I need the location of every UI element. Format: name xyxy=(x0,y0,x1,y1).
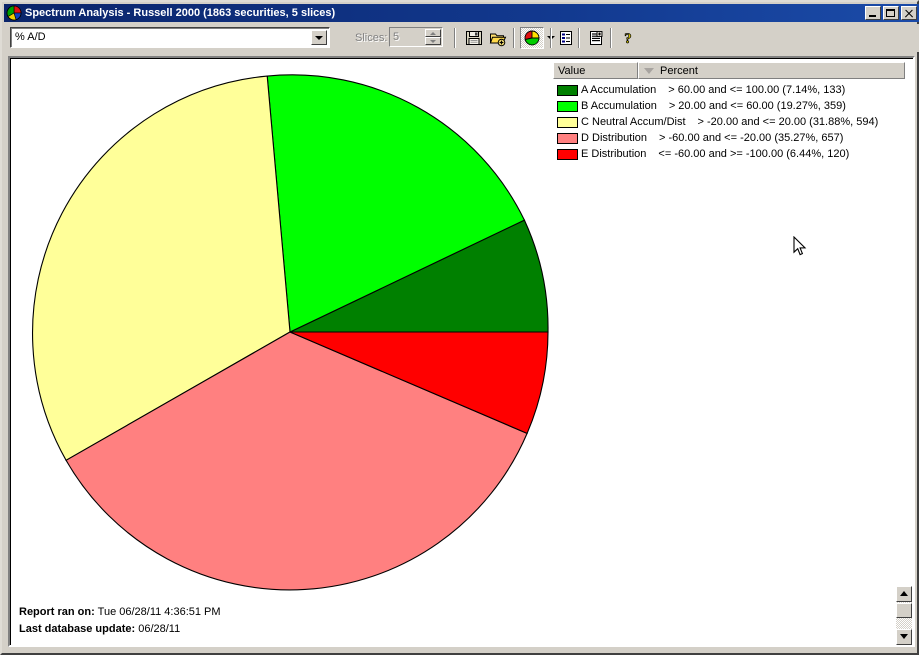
combo-inner-border xyxy=(11,28,329,47)
vertical-scrollbar[interactable] xyxy=(896,586,912,645)
legend-item-label: D Distribution xyxy=(581,132,648,144)
slices-value: 5 xyxy=(393,31,400,43)
report-db-update-value: 06/28/11 xyxy=(138,623,181,635)
toolbar-separator-3 xyxy=(550,28,552,48)
report-ran-on-line: Report ran on: Tue 06/28/11 4:36:51 PM xyxy=(19,604,221,621)
legend-item-description: > -20.00 and <= 20.00 (31.88%, 594) xyxy=(697,116,879,128)
slices-stepper[interactable]: 5 xyxy=(389,27,443,47)
combo-dropdown-button[interactable] xyxy=(311,30,327,45)
legend-rows: A Accumulation > 60.00 and <= 100.00 (7.… xyxy=(553,79,905,162)
sort-descending-icon xyxy=(644,67,654,74)
maximize-button[interactable] xyxy=(883,6,899,20)
report-ran-on-label: Report ran on: xyxy=(19,606,95,618)
slices-decrement-button[interactable] xyxy=(425,37,441,45)
list-report-icon xyxy=(560,31,572,45)
indicator-combo-value: % A/D xyxy=(15,31,46,43)
pie-chart-view-button[interactable] xyxy=(520,27,544,49)
toolbar-separator xyxy=(454,28,456,48)
question-mark-icon: ? xyxy=(624,31,632,47)
legend-item[interactable]: A Accumulation > 60.00 and <= 100.00 (7.… xyxy=(553,82,905,98)
report-db-update-line: Last database update: 06/28/11 xyxy=(19,621,221,638)
help-button[interactable]: ? xyxy=(616,27,640,49)
legend-color-swatch xyxy=(557,132,578,144)
toolbar-separator-4 xyxy=(578,28,580,48)
svg-text:?: ? xyxy=(624,31,632,47)
report-ran-on-value: Tue 06/28/11 4:36:51 PM xyxy=(97,606,221,618)
legend-item-description: <= -60.00 and >= -100.00 (6.44%, 120) xyxy=(658,148,850,160)
report-canvas: Value Percent A Accumulation > 60.00 and… xyxy=(10,58,913,645)
pie-chart-icon xyxy=(524,30,540,46)
app-pie-chart-icon xyxy=(6,5,22,21)
legend-color-swatch xyxy=(557,116,578,128)
legend-column-percent-label: Percent xyxy=(660,64,698,77)
slices-spin-buttons[interactable] xyxy=(425,29,441,45)
scrollbar-thumb[interactable] xyxy=(896,603,912,618)
slices-label: Slices: xyxy=(355,32,388,44)
pie-chart[interactable] xyxy=(25,67,555,597)
chevron-down-icon xyxy=(315,36,323,40)
scroll-up-button[interactable] xyxy=(896,586,912,602)
legend-item[interactable]: D Distribution > -60.00 and <= -20.00 (3… xyxy=(553,130,905,146)
legend-item[interactable]: C Neutral Accum/Dist > -20.00 and <= 20.… xyxy=(553,114,905,130)
legend-item-label: A Accumulation xyxy=(581,84,657,96)
title-bar: Spectrum Analysis - Russell 2000 (1863 s… xyxy=(4,4,919,22)
triangle-up-icon xyxy=(900,591,908,596)
legend-item[interactable]: E Distribution <= -60.00 and >= -100.00 … xyxy=(553,146,905,162)
legend-item-label: E Distribution xyxy=(581,148,647,160)
window-title: Spectrum Analysis - Russell 2000 (1863 s… xyxy=(25,7,336,19)
toolbar: % A/D Slices: 5 ? xyxy=(4,24,919,52)
triangle-down-icon xyxy=(430,40,436,43)
list-report-button[interactable] xyxy=(554,27,578,49)
floppy-disk-icon xyxy=(466,31,482,45)
close-button[interactable] xyxy=(901,6,917,20)
detail-report-button[interactable] xyxy=(584,27,608,49)
open-folder-add-icon xyxy=(489,33,507,47)
legend-header: Value Percent xyxy=(553,62,905,79)
legend-item-description: > 20.00 and <= 60.00 (19.27%, 359) xyxy=(668,100,846,112)
report-db-update-label: Last database update: xyxy=(19,623,136,635)
legend-item-label: B Accumulation xyxy=(581,100,657,112)
report-footer: Report ran on: Tue 06/28/11 4:36:51 PM L… xyxy=(19,604,221,638)
window-controls xyxy=(865,6,918,20)
legend-item-description: > 60.00 and <= 100.00 (7.14%, 133) xyxy=(668,84,846,96)
toolbar-separator-2 xyxy=(513,28,515,48)
legend-column-percent[interactable]: Percent xyxy=(638,62,905,79)
save-button[interactable] xyxy=(462,27,486,49)
application-window: Spectrum Analysis - Russell 2000 (1863 s… xyxy=(0,0,919,655)
legend-color-swatch xyxy=(557,148,578,160)
legend-item-description: > -60.00 and <= -20.00 (35.27%, 657) xyxy=(659,132,844,144)
minimize-button[interactable] xyxy=(865,6,881,20)
scroll-down-button[interactable] xyxy=(896,629,912,645)
legend-color-swatch xyxy=(557,84,578,96)
detail-report-icon xyxy=(590,31,603,45)
open-button[interactable] xyxy=(486,27,510,49)
legend-color-swatch xyxy=(557,100,578,112)
indicator-combo[interactable]: % A/D xyxy=(10,27,330,48)
legend-column-value[interactable]: Value xyxy=(553,62,638,79)
slices-increment-button[interactable] xyxy=(425,29,441,37)
triangle-up-icon xyxy=(430,32,436,35)
report-client-area: Value Percent A Accumulation > 60.00 and… xyxy=(8,56,915,647)
toolbar-separator-5 xyxy=(610,28,612,48)
legend-item[interactable]: B Accumulation > 20.00 and <= 60.00 (19.… xyxy=(553,98,905,114)
triangle-down-icon xyxy=(900,634,908,639)
legend: Value Percent A Accumulation > 60.00 and… xyxy=(553,62,905,162)
legend-item-label: C Neutral Accum/Dist xyxy=(581,116,686,128)
